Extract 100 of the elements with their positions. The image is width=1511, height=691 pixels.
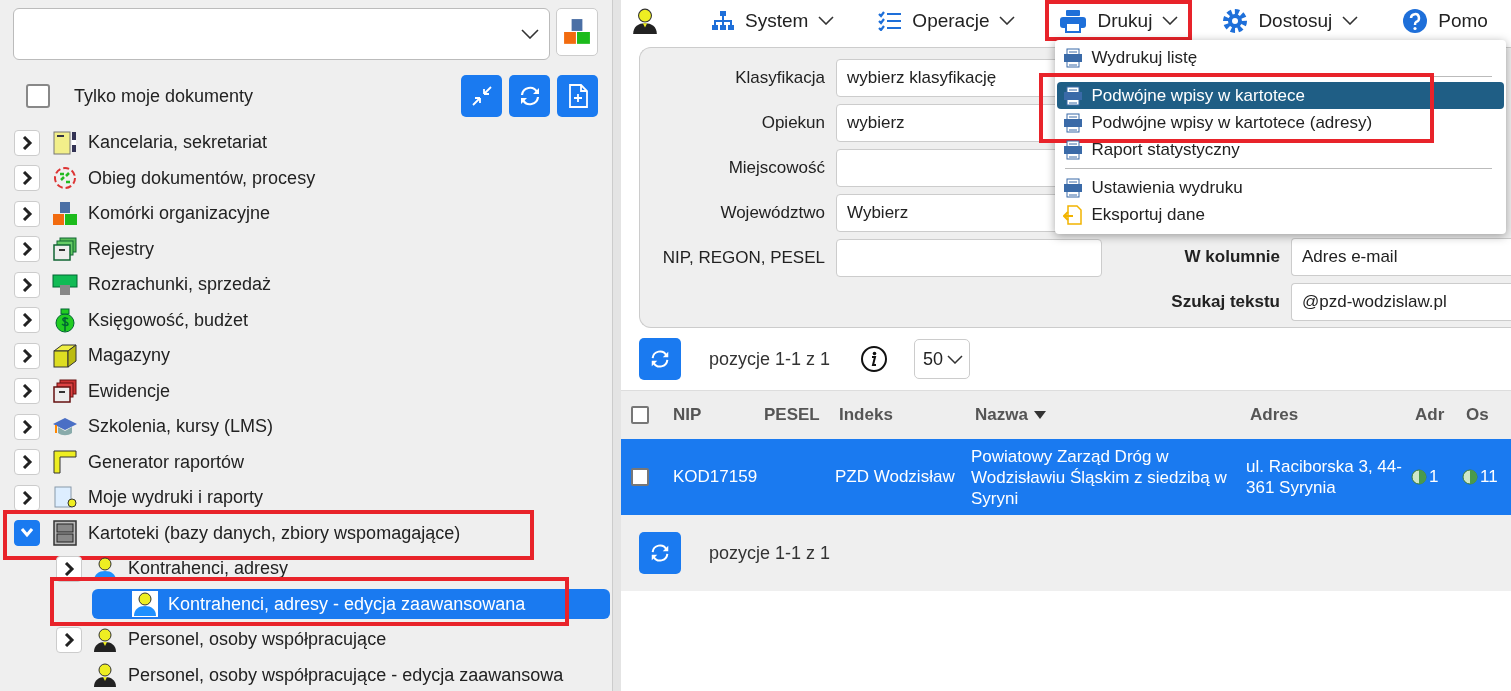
collapse-arrows-icon	[470, 85, 493, 107]
cabinet-icon	[52, 520, 78, 547]
printer-icon	[1063, 177, 1084, 198]
tree-item[interactable]: Kontrahenci, adresy - edycja zaawansowana	[92, 589, 610, 620]
expand-toggle[interactable]	[14, 520, 40, 547]
info-icon[interactable]	[860, 345, 889, 373]
new-document-icon	[566, 83, 589, 109]
chevron-right-icon	[21, 206, 33, 221]
table-cell-text: PZD Wodzisław	[835, 467, 956, 487]
column-header[interactable]: NIP	[673, 405, 764, 425]
checklist-icon	[878, 10, 903, 31]
blocks-icon	[563, 18, 591, 46]
chevron-right-icon	[21, 313, 33, 328]
status-dot-icon	[1411, 469, 1427, 485]
column-header[interactable]: Nazwa	[975, 405, 1250, 425]
new-document-button[interactable]	[557, 75, 598, 117]
table-cell-text: KOD17159	[673, 467, 759, 487]
table-cell: 1	[1429, 467, 1439, 487]
checkbox-label: Tylko moje dokumenty	[74, 85, 254, 107]
menu-item[interactable]: Dostosuj	[1208, 0, 1373, 41]
chevron-down-icon	[947, 354, 964, 364]
column-header[interactable]: Indeks	[839, 405, 975, 425]
user-icon[interactable]	[631, 6, 659, 35]
refresh-button[interactable]	[509, 75, 550, 117]
expand-toggle[interactable]	[14, 165, 40, 192]
refresh-button[interactable]	[639, 338, 681, 380]
help-icon	[1402, 7, 1429, 34]
field-label: Szukaj tekstu	[1170, 292, 1280, 312]
tree-item[interactable]: Rejestry	[52, 234, 158, 265]
column-header[interactable]: Adr	[1415, 405, 1466, 425]
tree-item[interactable]: Szkolenia, kursy (LMS)	[52, 411, 278, 442]
status-dot-icon	[1462, 469, 1478, 485]
expand-toggle[interactable]	[14, 378, 40, 405]
chevron-right-icon	[21, 171, 33, 186]
column-header[interactable]: Adres	[1250, 405, 1415, 425]
export-icon	[1063, 204, 1084, 225]
tree-item[interactable]: Ewidencje	[52, 376, 175, 407]
tree-item[interactable]: Moje wydruki i raporty	[52, 482, 268, 513]
expand-toggle[interactable]	[14, 236, 40, 263]
printer-icon	[1063, 47, 1084, 68]
tree-item[interactable]: Kancelaria, sekretariat	[52, 127, 272, 158]
collapse-button[interactable]	[461, 75, 502, 117]
person-icon	[92, 626, 118, 653]
checkbox[interactable]	[631, 468, 649, 486]
printer-icon	[1059, 8, 1088, 33]
tree-item[interactable]: Komórki organizacyjne	[52, 198, 275, 229]
tree-item[interactable]: Personel, osoby współpracujące - edycja zaawansowa	[92, 660, 568, 691]
banknote-icon	[52, 271, 78, 298]
table-row[interactable]: KOD17159 PZD Wodzisław Powiatowy Zarząd Dróg w Wodzisławiu Śląskim z siedzibą w Syryni ul. Raciborska 3, 44-361 Syrynia 1 11	[621, 439, 1511, 515]
table-cell-text: ul. Raciborska 3, 44-361 Syrynia	[1246, 456, 1403, 498]
tree-item[interactable]: Personel, osoby współpracujące	[92, 624, 391, 655]
chevron-right-icon	[63, 632, 75, 647]
refresh-button[interactable]	[639, 532, 681, 574]
money-bag-icon	[52, 307, 78, 334]
menu-item[interactable]: Pomo	[1388, 0, 1502, 41]
units-button[interactable]	[556, 8, 598, 56]
expand-toggle[interactable]	[14, 342, 40, 369]
chevron-right-icon	[63, 561, 75, 576]
tree-item[interactable]: Generator raportów	[52, 447, 249, 478]
input-field[interactable]: @pzd-wodzislaw.pl	[1291, 283, 1511, 321]
sort-arrow-icon	[1033, 411, 1046, 419]
printer-icon	[1063, 85, 1084, 106]
cycle-arrows-icon	[52, 165, 78, 192]
menu-item[interactable]: System	[697, 0, 849, 41]
input-field[interactable]	[836, 239, 1102, 277]
menu-item[interactable]: Operacje	[864, 0, 1030, 41]
tree-item[interactable]: Kartoteki (bazy danych, zbiory wspomagające)	[52, 518, 465, 549]
tree-item[interactable]: Rozrachunki, sprzedaż	[52, 269, 276, 300]
page-size-select[interactable]: 50	[914, 339, 971, 379]
column-header[interactable]: Os	[1466, 405, 1511, 425]
person-icon	[92, 662, 118, 689]
printer-icon	[1063, 139, 1084, 160]
expand-toggle[interactable]	[14, 271, 40, 298]
field-label: NIP, REGON, PESEL	[661, 248, 825, 268]
checkbox[interactable]	[631, 406, 649, 424]
tree-item[interactable]: Magazyny	[52, 340, 175, 371]
chevron-right-icon	[21, 490, 33, 505]
chevron-down-icon	[1162, 16, 1179, 25]
checkbox[interactable]	[26, 84, 50, 108]
tree-item[interactable]: Obieg dokumentów, procesy	[52, 163, 320, 194]
expand-toggle[interactable]	[14, 129, 40, 156]
chevron-right-icon	[21, 348, 33, 363]
settings-icon	[1222, 7, 1249, 34]
pagination-text: pozycje 1-1 z 1	[709, 542, 831, 564]
column-header[interactable]: PESEL	[764, 405, 839, 425]
chevron-right-icon	[21, 277, 33, 292]
expand-toggle[interactable]	[14, 413, 40, 440]
chevron-down-icon	[1342, 16, 1359, 25]
expand-toggle[interactable]	[14, 484, 40, 511]
field-label: W kolumnie	[1183, 247, 1280, 267]
table-cell: 11	[1480, 467, 1498, 487]
field-label: Klasyfikacja	[734, 68, 825, 88]
expand-toggle[interactable]	[14, 307, 40, 334]
expand-toggle[interactable]	[14, 200, 40, 227]
tree-item[interactable]: Księgowość, budżet	[52, 305, 253, 336]
expand-toggle[interactable]	[14, 449, 40, 476]
person-icon	[132, 591, 158, 618]
input-field[interactable]: Adres e-mail	[1291, 238, 1511, 276]
tree-item[interactable]: Kontrahenci, adresy	[92, 553, 293, 584]
expand-toggle[interactable]	[56, 626, 82, 653]
